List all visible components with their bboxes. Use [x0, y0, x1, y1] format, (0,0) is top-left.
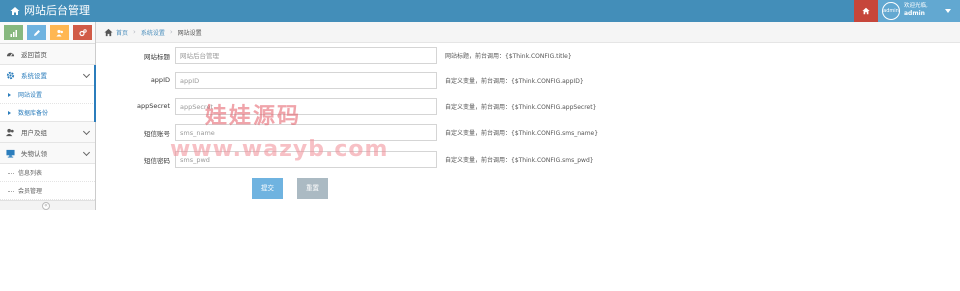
sidebar-item-label: 失物认领 [21, 150, 47, 158]
site-title-label: 网站标题 [144, 53, 170, 61]
breadcrumb-home-link[interactable]: 首页 [116, 28, 128, 37]
home-icon [104, 28, 113, 36]
appid-input[interactable] [175, 72, 437, 89]
username: admin [904, 10, 925, 17]
app-title: 网站后台管理 [24, 4, 90, 17]
reset-button[interactable]: 重置 [297, 178, 328, 199]
sms-name-help: 自定义变量，前台调用：{$Think.CONFIG.sms_name} [445, 130, 599, 137]
signal-icon [10, 29, 17, 37]
watermark-url-text: www.wazyb.com [170, 137, 389, 162]
home-icon [862, 7, 870, 15]
home-icon [10, 7, 20, 15]
chevron-down-icon [82, 148, 91, 157]
breadcrumb-separator-icon: › [169, 28, 173, 36]
sms-pwd-label: 短信密码 [144, 157, 170, 165]
top-navbar: 网站后台管理 admin 欢迎光临, admin [0, 0, 960, 22]
sidebar-subitem-label: 会员管理 [18, 188, 43, 195]
sidebar-subitem-info-list[interactable]: 信息列表 [0, 164, 95, 182]
sms-pwd-help: 自定义变量，前台调用：{$Think.CONFIG.sms_pwd} [445, 157, 594, 164]
appid-label: appID [150, 76, 170, 84]
top-home-button[interactable] [854, 0, 878, 22]
form-row-appid: appID 自定义变量，前台调用：{$Think.CONFIG.appID} [96, 72, 960, 90]
shortcut-cogs-button[interactable] [73, 25, 92, 40]
sidebar-item-home[interactable]: 返回首页 [0, 44, 95, 65]
brand[interactable]: 网站后台管理 [10, 4, 90, 18]
sidebar-subitem-site-settings[interactable]: 网站设置 [0, 86, 96, 104]
breadcrumb-section-link[interactable]: 系统设置 [141, 28, 165, 37]
appsecret-label: appSecret [136, 102, 170, 110]
caret-down-icon[interactable] [945, 9, 951, 13]
collapse-icon[interactable]: « [42, 202, 50, 210]
site-title-help: 网站标题，前台调用：{$Think.CONFIG.title} [445, 53, 572, 60]
dashboard-icon [6, 52, 15, 57]
gear-icon [6, 71, 15, 79]
watermark-logo-text: 娃娃源码 [205, 103, 302, 129]
sidebar-subitem-label: 数据库备份 [18, 110, 49, 117]
welcome-text: 欢迎光临, admin [904, 3, 928, 17]
sidebar-subitem-label: 信息列表 [18, 170, 43, 177]
appid-help: 自定义变量，前台调用：{$Think.CONFIG.appID} [445, 78, 584, 85]
chevron-down-icon [82, 70, 91, 79]
sidebar-subitem-label: 网站设置 [18, 92, 43, 99]
site-title-input[interactable] [175, 47, 437, 64]
sidebar-collapse-bar: « [0, 200, 95, 210]
submit-button[interactable]: 提交 [252, 178, 283, 199]
user-menu[interactable]: admin 欢迎光临, admin [878, 0, 960, 22]
sidebar: 返回首页 系统设置 网站设置 数据库备份 用户及组 失物认领 信息列表 会员管理… [0, 22, 96, 210]
users-icon [6, 128, 14, 136]
sidebar-item-label: 返回首页 [21, 51, 47, 59]
breadcrumb-current: 网站设置 [177, 29, 202, 37]
sidebar-subitem-member-mgmt[interactable]: 会员管理 [0, 182, 95, 200]
shortcut-users-button[interactable] [50, 25, 69, 40]
chevron-down-icon [82, 127, 91, 136]
avatar: admin [882, 2, 900, 20]
sidebar-item-lost-found[interactable]: 失物认领 [0, 143, 95, 164]
desktop-icon [6, 149, 15, 158]
breadcrumb: 首页 › 系统设置 › 网站设置 [96, 22, 960, 43]
sms-name-label: 短信账号 [144, 130, 170, 138]
shortcut-signal-button[interactable] [4, 25, 23, 40]
shortcut-pencil-button[interactable] [27, 25, 46, 40]
sidebar-item-users-groups[interactable]: 用户及组 [0, 122, 95, 143]
sidebar-item-label: 系统设置 [21, 72, 47, 80]
users-icon [56, 29, 63, 36]
sidebar-shortcuts [0, 22, 95, 44]
welcome-label: 欢迎光临, [904, 3, 928, 9]
sidebar-item-label: 用户及组 [21, 129, 47, 137]
appsecret-help: 自定义变量，前台调用：{$Think.CONFIG.appSecret} [445, 104, 597, 111]
form-row-site-title: 网站标题 网站标题，前台调用：{$Think.CONFIG.title} [96, 47, 960, 65]
pencil-icon [33, 29, 40, 36]
sidebar-item-system-settings[interactable]: 系统设置 [0, 65, 96, 86]
sidebar-subitem-db-backup[interactable]: 数据库备份 [0, 104, 96, 122]
cogs-icon [78, 28, 87, 36]
breadcrumb-separator-icon: › [133, 28, 136, 36]
